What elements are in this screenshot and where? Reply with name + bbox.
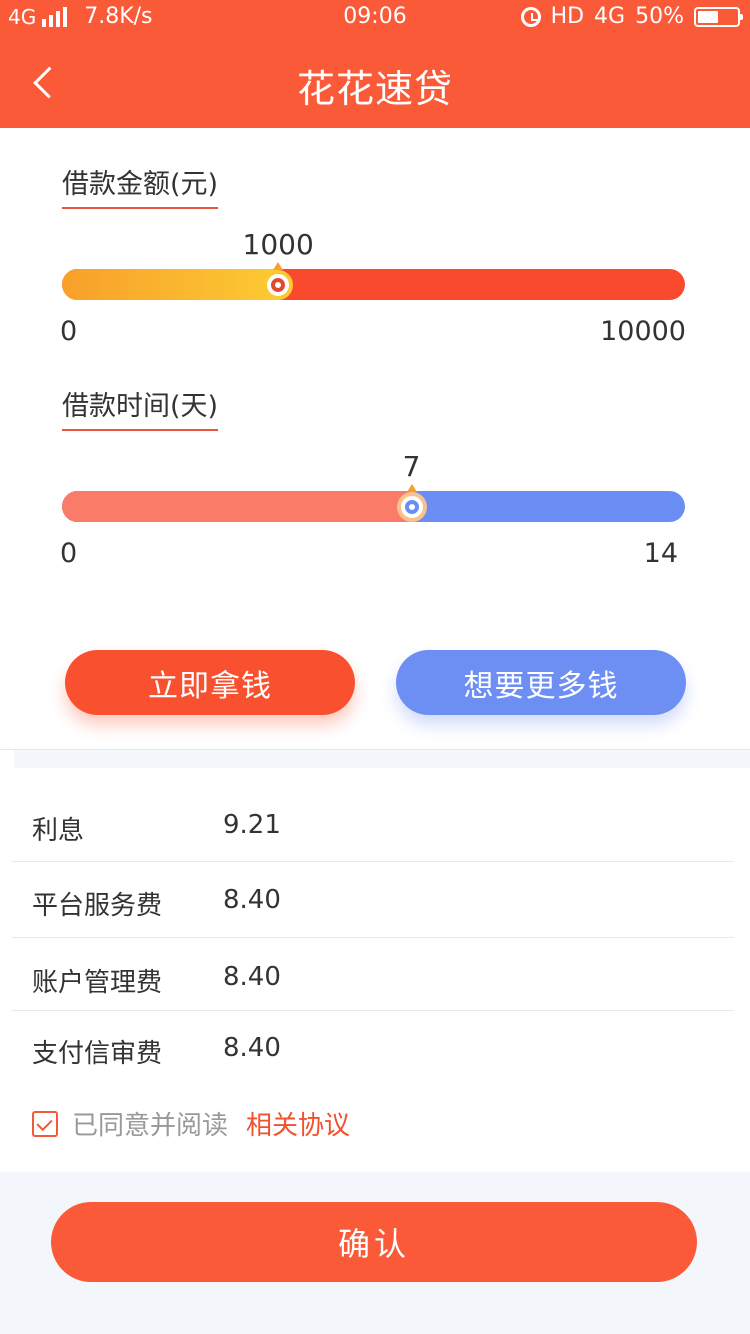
network-type-right: 4G [594, 4, 626, 29]
fee-value: 8.40 [223, 885, 281, 915]
days-max-label: 14 [643, 538, 678, 569]
app-header: 4G 7.8K/s 09:06 HD 4G 50% 花花速贷 [0, 0, 750, 128]
fee-divider [12, 937, 734, 938]
amount-thumb-pointer [273, 262, 284, 270]
amount-max-label: 10000 [600, 316, 686, 347]
days-slider-thumb[interactable] [396, 492, 427, 522]
agree-checkbox[interactable] [32, 1110, 58, 1137]
fee-name: 利息 [32, 816, 85, 846]
more-money-button[interactable]: 想要更多钱 [396, 650, 686, 715]
agreement-text: 已同意并阅读 [72, 1111, 229, 1141]
fee-name: 平台服务费 [32, 891, 163, 921]
status-right: HD 4G 50% [511, 4, 743, 29]
section-band [14, 750, 750, 768]
days-min-label: 0 [60, 538, 78, 569]
fee-divider [12, 861, 734, 862]
fee-value: 8.40 [223, 1033, 281, 1063]
days-thumb-pointer [406, 484, 417, 492]
amount-min-label: 0 [60, 316, 78, 347]
fee-name: 支付信审费 [32, 1039, 163, 1069]
confirm-button[interactable]: 确认 [51, 1202, 697, 1282]
alarm-icon [520, 6, 541, 27]
amount-value: 1000 [242, 228, 314, 261]
nav-bar: 花花速贷 [0, 36, 750, 128]
fee-value: 8.40 [223, 962, 281, 992]
fee-value: 9.21 [223, 810, 281, 840]
fee-divider [12, 1010, 734, 1011]
page-title: 花花速贷 [296, 67, 453, 111]
days-label: 借款时间(天) [62, 384, 219, 431]
amount-slider-thumb[interactable] [263, 270, 294, 300]
hd-indicator: HD [550, 4, 585, 29]
days-slider-track[interactable] [62, 491, 685, 522]
amount-slider-track[interactable] [62, 269, 685, 300]
get-money-button[interactable]: 立即拿钱 [65, 650, 355, 715]
status-bar: 4G 7.8K/s 09:06 HD 4G 50% [0, 0, 750, 36]
agreement-row: 已同意并阅读 相关协议 [32, 1105, 350, 1142]
fee-name: 账户管理费 [32, 968, 163, 998]
days-slider-fill [62, 491, 412, 522]
days-value: 7 [402, 450, 421, 483]
amount-slider-fill [62, 269, 279, 300]
agreement-link[interactable]: 相关协议 [246, 1105, 350, 1142]
footer: 确认 [0, 1172, 750, 1334]
battery-percent: 50% [635, 4, 684, 29]
amount-label: 借款金额(元) [62, 162, 219, 209]
battery-icon [694, 6, 743, 27]
